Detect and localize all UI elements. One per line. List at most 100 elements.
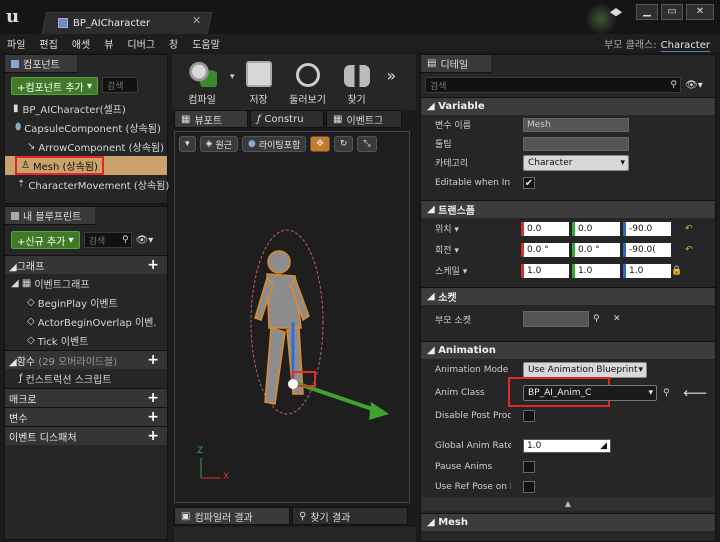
browse-button[interactable]: 둘러보기 — [283, 54, 333, 110]
eye-icon[interactable]: 👁▾ — [685, 80, 703, 91]
find-button[interactable]: 찾기 — [335, 54, 379, 110]
event-item[interactable]: ◇ BeginPlay 이벤트 — [5, 293, 167, 312]
rotation-z[interactable]: -90.0( — [623, 242, 671, 257]
tree-item-movement[interactable]: ⇡ CharacterMovement (상속됨) — [5, 175, 169, 194]
compile-button[interactable]: 컴파일 — [176, 54, 228, 110]
maximize-button[interactable]: ▭ — [661, 4, 683, 20]
ref-pose-checkbox[interactable] — [523, 481, 535, 493]
toolbar-overflow-icon[interactable]: » — [387, 54, 397, 110]
add-graph-icon[interactable]: + — [147, 258, 159, 272]
location-y[interactable]: 0.0 — [572, 221, 620, 236]
viewport[interactable]: ▾ ◈ 원근 ● 라이팅포함 ✥ ↻ ⤡ X Z — [174, 131, 410, 503]
tree-item-self[interactable]: ▮ BP_AICharacter(셀프) — [5, 99, 167, 118]
section-graphs[interactable]: ◢그래프 + — [5, 255, 167, 274]
event-graph-label: 이벤트그래프 — [34, 280, 90, 291]
advanced-expander[interactable]: ▲ — [421, 497, 715, 511]
unreal-logo-icon: u — [6, 6, 20, 27]
category-variable[interactable]: ◢ Variable — [421, 97, 715, 115]
location-z[interactable]: -90.0 — [623, 221, 671, 236]
editable-checkbox[interactable]: ✔ — [523, 177, 535, 189]
rotation-y[interactable]: 0.0 ° — [572, 242, 620, 257]
pause-anims-checkbox[interactable] — [523, 461, 535, 473]
add-new-button[interactable]: +신규 추가 ▾ — [11, 231, 80, 249]
animation-mode-dropdown[interactable]: Use Animation Blueprint ▾ — [523, 362, 647, 378]
reset-location-icon[interactable]: ↶ — [685, 224, 693, 234]
add-dispatcher-icon[interactable]: + — [147, 429, 159, 443]
rotation-y-value: 0.0 ° — [578, 244, 600, 255]
menu-asset[interactable]: 애셋 — [65, 36, 97, 51]
category-transform[interactable]: ◢ 트랜스폼 — [421, 200, 715, 218]
minimize-button[interactable]: ▁ — [636, 4, 658, 20]
section-functions[interactable]: ◢함수 (29 오버라이드블) + — [5, 350, 167, 369]
rotation-x[interactable]: 0.0 ° — [521, 242, 569, 257]
construction-script-item[interactable]: ƒ 컨스트럭션 스크립트 — [5, 369, 167, 388]
tab-compiler-results[interactable]: ▣ 컴파일러 결과 — [174, 507, 290, 525]
section-variables[interactable]: 변수 + — [5, 407, 167, 426]
blueprint-search-input[interactable]: 검색 ⚲ — [83, 232, 132, 248]
tab-viewport[interactable]: ▦ 뷰포트 — [174, 110, 248, 128]
menu-help[interactable]: 도움말 — [185, 36, 227, 51]
category-dropdown[interactable]: Character ▾ — [523, 154, 629, 171]
details-tab[interactable]: ▤ 디테일 — [421, 55, 491, 73]
scale-x-value: 1.0 — [527, 265, 542, 276]
gizmo-center — [288, 379, 298, 389]
section-macros[interactable]: 매크로 + — [5, 388, 167, 407]
menu-edit[interactable]: 편집 — [32, 36, 64, 51]
scale-z-value: 1.0 — [629, 265, 644, 276]
tree-item-mesh[interactable]: ♙ Mesh (상속됨) — [5, 156, 167, 175]
add-component-button[interactable]: +컴포넌트 추가 ▾ — [11, 77, 98, 95]
collapse-arrow-icon: ◢ — [9, 356, 17, 368]
scale-z[interactable]: 1.0 — [623, 263, 671, 278]
clear-icon[interactable]: ✕ — [613, 314, 621, 324]
tree-item-arrow[interactable]: ↘ ArrowComponent (상속됨) — [5, 137, 167, 156]
lock-icon[interactable]: 🔒 — [671, 266, 682, 276]
menu-window[interactable]: 창 — [162, 36, 185, 51]
category-mesh[interactable]: ◢ Mesh — [421, 513, 715, 531]
eye-icon[interactable]: 👁▾ — [136, 235, 154, 246]
event-item[interactable]: ◇ ActorBeginOverlap 이벤. — [5, 312, 167, 331]
anim-class-dropdown[interactable]: BP_AI_Anim_C ▾ — [523, 385, 657, 401]
category-animation[interactable]: ◢ Animation — [421, 341, 715, 359]
save-button[interactable]: 저장 — [237, 54, 281, 110]
disable-post-checkbox[interactable] — [523, 410, 535, 422]
scale-y[interactable]: 1.0 — [572, 263, 620, 278]
tab-construction[interactable]: ƒ Constru — [250, 110, 324, 128]
parent-socket-input[interactable] — [523, 311, 589, 327]
add-function-icon[interactable]: + — [147, 353, 159, 367]
prop-scale: 스케일 ▾ 1.0 1.0 1.0 🔒 — [421, 260, 715, 281]
scale-x[interactable]: 1.0 — [521, 263, 569, 278]
rate-input[interactable]: 1.0 ◢ — [523, 439, 611, 453]
parent-class-link[interactable]: Character — [660, 40, 710, 52]
category-sockets[interactable]: ◢ 소켓 — [421, 287, 715, 305]
tab-event-graph[interactable]: ▦ 이벤트그 — [326, 110, 402, 128]
menu-debug[interactable]: 디버그 — [120, 36, 162, 51]
event-icon: ◇ — [27, 335, 35, 346]
search-icon[interactable]: ⚲ — [593, 314, 600, 324]
location-label[interactable]: 위치 ▾ — [421, 222, 511, 235]
rotation-label[interactable]: 회전 ▾ — [421, 243, 511, 256]
scale-label[interactable]: 스케일 ▾ — [421, 264, 511, 277]
variable-name-input[interactable]: Mesh — [523, 117, 629, 132]
location-x[interactable]: 0.0 — [521, 221, 569, 236]
components-tab[interactable]: 컴포넌트 — [5, 55, 77, 73]
details-search-input[interactable]: 검색 ⚲ — [425, 77, 681, 93]
compile-dropdown-icon[interactable]: ▾ — [230, 54, 235, 110]
section-dispatchers[interactable]: 이벤트 디스패처 + — [5, 426, 167, 445]
tooltip-input[interactable] — [523, 136, 629, 151]
menu-file[interactable]: 파일 — [0, 36, 32, 51]
tab-find-results[interactable]: ⚲ 찾기 결과 — [292, 507, 408, 525]
add-macro-icon[interactable]: + — [147, 391, 159, 405]
add-variable-icon[interactable]: + — [147, 410, 159, 424]
use-selected-arrow-icon[interactable]: 🡐 — [683, 388, 707, 399]
components-search-input[interactable]: 검색 — [101, 77, 138, 93]
my-blueprint-tab[interactable]: 내 블루프린트 — [5, 207, 95, 225]
reset-rotation-icon[interactable]: ↶ — [685, 245, 693, 255]
close-tab-icon[interactable]: ✕ — [192, 14, 201, 27]
details-search-placeholder: 검색 — [430, 81, 447, 92]
menu-view[interactable]: 뷰 — [97, 36, 120, 51]
event-item[interactable]: ◇ Tick 이벤트 — [5, 331, 167, 350]
search-icon[interactable]: ⚲ — [663, 388, 670, 398]
tree-item-capsule[interactable]: ⬮ CapsuleComponent (상속됨) — [5, 118, 167, 137]
event-graph-item[interactable]: ◢ ▦ 이벤트그래프 — [5, 274, 167, 293]
close-window-button[interactable]: ✕ — [686, 4, 714, 20]
